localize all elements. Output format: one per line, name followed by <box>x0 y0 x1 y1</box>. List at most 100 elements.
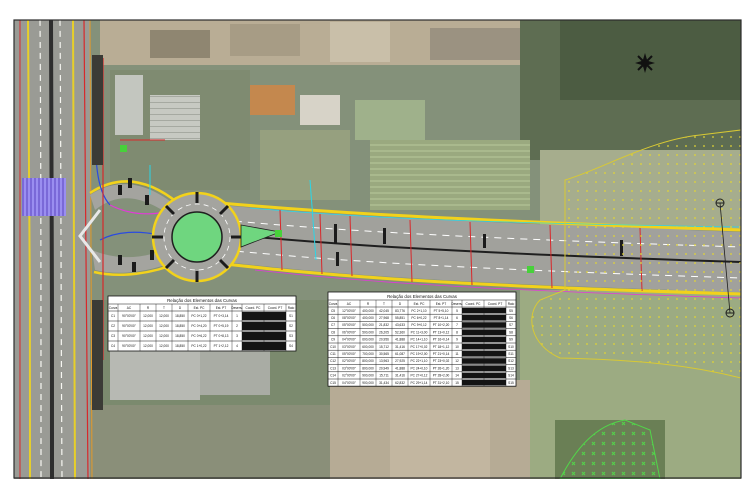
table-cell: S13 <box>508 366 514 370</box>
table-cell: 900,000 <box>362 381 374 385</box>
table-cell: 5 <box>456 309 458 313</box>
green-marker <box>120 145 127 152</box>
table-cell: 31,416 <box>395 345 405 349</box>
table-cell: PT 0+8,13 <box>214 334 229 338</box>
table-cell: 04°00'00" <box>342 381 356 385</box>
table-header-cell: Est. PT <box>436 302 447 306</box>
table-cell: 20,956 <box>379 338 389 342</box>
table-cell: 90°00'00" <box>122 334 136 338</box>
table-cell: 13,963 <box>379 359 389 363</box>
table-cell: 12,000 <box>143 324 153 328</box>
table-cell: 4 <box>236 344 238 348</box>
table-cell: S3 <box>289 334 293 338</box>
table-cell: PC 0+6,22 <box>191 334 206 338</box>
table-cell: S14 <box>508 374 514 378</box>
table-cell: 15,711 <box>379 374 389 378</box>
table-cell: 05°00'00" <box>342 323 356 327</box>
table-cell: 03°00'00" <box>342 366 356 370</box>
table-cell: 90°00'00" <box>122 324 136 328</box>
table-cell: 42,045 <box>379 309 389 313</box>
table-cell: 31,416 <box>395 374 405 378</box>
table-cell: 3 <box>236 334 238 338</box>
table-cell: S8 <box>509 330 513 334</box>
table-header-cell: Coord. PT <box>488 302 503 306</box>
table-cell: 10 <box>455 345 459 349</box>
table-cell: 9 <box>456 338 458 342</box>
table-cell: PT 0+5,19 <box>214 324 229 328</box>
table-header-cell: Coord. PT <box>268 306 283 310</box>
table-cell: 41,888 <box>395 366 405 370</box>
table-cell: C8 <box>331 330 335 334</box>
table-cell: 7 <box>456 323 458 327</box>
table-cell: S12 <box>508 359 514 363</box>
table-cell: 900,000 <box>362 374 374 378</box>
table-cell: S10 <box>508 345 514 349</box>
table-cell: 12,000 <box>143 314 153 318</box>
table-cell: 20,949 <box>379 366 389 370</box>
table-cell: C13 <box>330 366 336 370</box>
crosswalk-area <box>22 178 66 216</box>
table-cell: 52,360 <box>395 330 405 334</box>
table-cell: PT 23+0,02 <box>433 359 450 363</box>
table-cell: 12,000 <box>159 334 169 338</box>
table-cell: S5 <box>509 309 513 313</box>
table-cell: 18,850 <box>175 324 185 328</box>
table-header-cell: Est. PC <box>414 302 426 306</box>
table-cell: C1 <box>111 314 115 318</box>
table-cell: PT 18+1,12 <box>433 345 450 349</box>
table-cell: S15 <box>508 381 514 385</box>
table-cell: 1 <box>236 314 238 318</box>
table-cell: 43,633 <box>395 323 405 327</box>
table-cell: 12,000 <box>143 344 153 348</box>
table-cell: 400,000 <box>362 309 374 313</box>
table-cell: PT 16+0,14 <box>433 338 450 342</box>
table-cell: PC 6+0,22 <box>411 316 426 320</box>
table-cell: PC 1+0,22 <box>191 344 206 348</box>
table-cell: 05°00'00" <box>342 352 356 356</box>
table-cell: PT 8+1,14 <box>434 316 449 320</box>
table-cell: C15 <box>330 381 336 385</box>
table-cell: 500,000 <box>362 323 374 327</box>
table-cell: 08°00'00" <box>342 316 356 320</box>
table-cell: PT 28+2,00 <box>433 374 450 378</box>
table-cell: 18,850 <box>175 344 185 348</box>
table-header-cell: Est. PT <box>216 306 227 310</box>
table-cell: 12,000 <box>143 334 153 338</box>
table-cell: 02°00'00" <box>342 359 356 363</box>
table-cell: PC 9+0,12 <box>411 323 426 327</box>
table-cell: C10 <box>330 345 336 349</box>
table-cell: 41,888 <box>395 338 405 342</box>
table-cell: C5 <box>331 309 335 313</box>
highway <box>14 19 93 479</box>
table-cell: 700,000 <box>362 352 374 356</box>
table-cell: 55,851 <box>395 316 405 320</box>
table-cell: PT 13+0,12 <box>433 330 450 334</box>
table-cell: 12,000 <box>159 344 169 348</box>
table-cell: PC 27+0,12 <box>411 374 428 378</box>
table-cell: 03°00'00" <box>342 345 356 349</box>
table-cell: PC 19+2,00 <box>411 352 428 356</box>
table-header-cell: Est. PC <box>194 306 206 310</box>
table-cell: PT 31+2,10 <box>433 381 450 385</box>
table-cell: 62,832 <box>395 381 405 385</box>
table-cell: 8 <box>456 330 458 334</box>
table-cell: PC 2+1,10 <box>411 309 426 313</box>
green-marker <box>527 266 534 273</box>
table-cell: 12°00'00" <box>342 309 356 313</box>
table-cell: 02°00'00" <box>342 374 356 378</box>
table-header-cell: Coord. PC <box>246 306 262 310</box>
table-cell: C6 <box>331 316 335 320</box>
table-cell: 30,565 <box>379 352 389 356</box>
table-title: Relação dos Elementos das Curvas <box>167 298 238 303</box>
site-plan[interactable]: Relação dos Elementos das Curvas Curva AC R… <box>0 0 743 479</box>
table-cell: 18,850 <box>175 334 185 338</box>
table-cell: S1 <box>289 314 293 318</box>
table-header-cell: Coord. PC <box>466 302 482 306</box>
table-cell: 15,712 <box>379 345 389 349</box>
table-cell: 31,434 <box>379 381 389 385</box>
table-cell: 6 <box>456 316 458 320</box>
drawing-sheet: Relação dos Elementos das Curvas Curva AC R… <box>0 0 743 479</box>
table-cell: 26,205 <box>379 330 389 334</box>
table-cell: C14 <box>330 374 336 378</box>
table-header-cell: Curva <box>109 306 118 310</box>
